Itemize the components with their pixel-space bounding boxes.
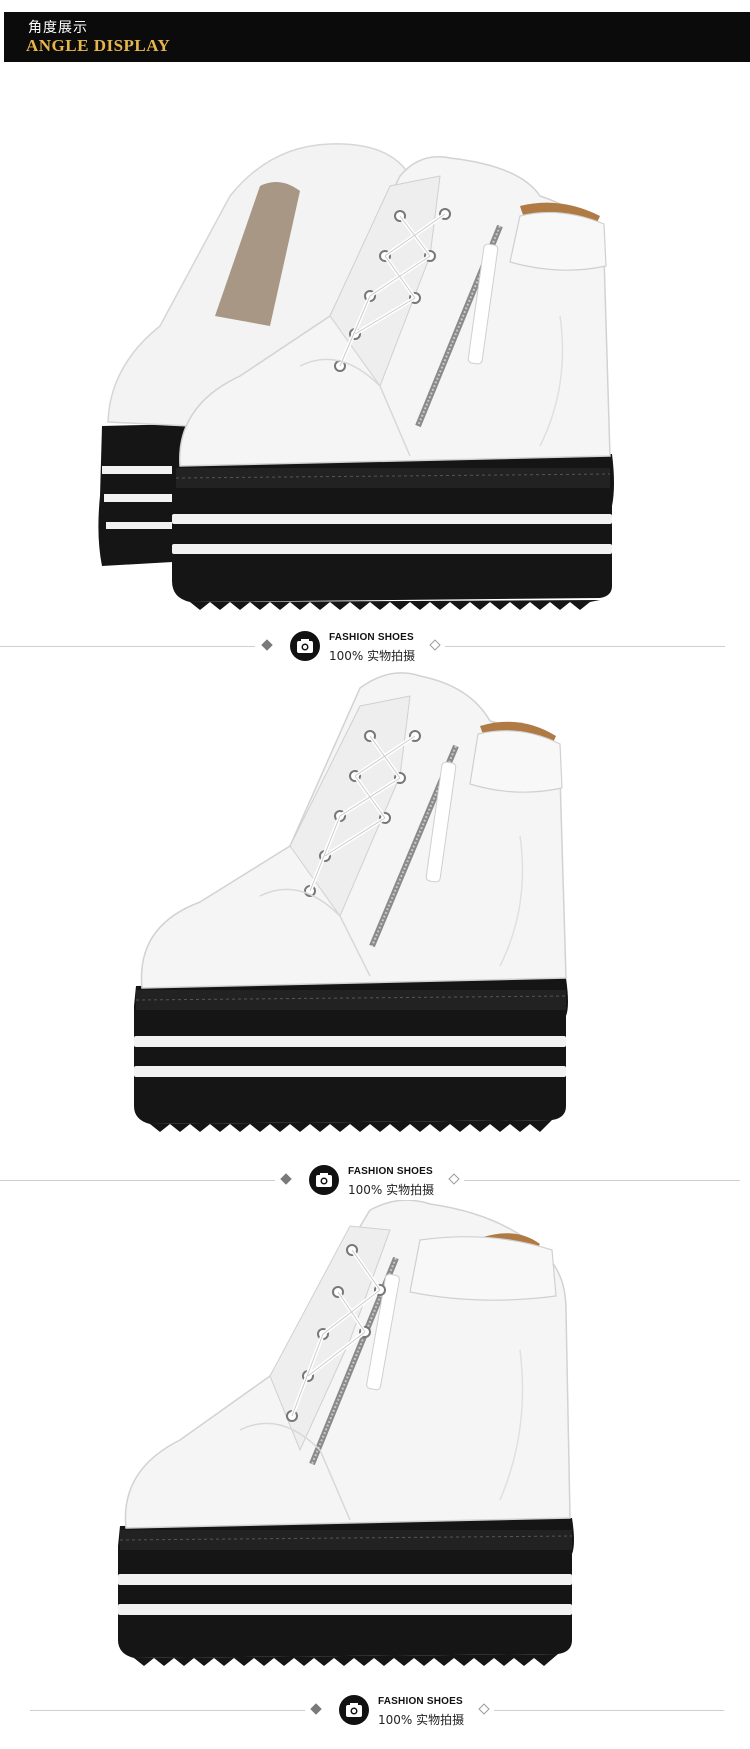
camera-icon	[309, 1165, 339, 1195]
separator-label-en: FASHION SHOES	[378, 1696, 463, 1707]
camera-icon	[290, 631, 320, 661]
separator-1: FASHION SHOES 100% 实物拍摄	[0, 626, 750, 666]
header-title-cn: 角度展示	[28, 20, 88, 36]
separator-label-cn: 100% 实物拍摄	[378, 1713, 465, 1727]
diamond-icon	[429, 639, 441, 651]
separator-label-cn: 100% 实物拍摄	[348, 1183, 435, 1197]
separator-2: FASHION SHOES 100% 实物拍摄	[0, 1160, 750, 1200]
diamond-icon	[448, 1173, 460, 1185]
separator-label-en: FASHION SHOES	[348, 1166, 433, 1177]
product-photo-angle-2	[0, 666, 750, 1166]
separator-label-cn: 100% 实物拍摄	[329, 649, 416, 663]
header-banner: 角度展示 ANGLE DISPLAY	[4, 12, 750, 62]
separator-3: FASHION SHOES 100% 实物拍摄	[0, 1690, 750, 1730]
diamond-icon	[280, 1173, 292, 1185]
diamond-icon	[310, 1703, 322, 1715]
diamond-icon	[261, 639, 273, 651]
divider-line	[30, 1710, 305, 1711]
diamond-icon	[478, 1703, 490, 1715]
header-title-en: ANGLE DISPLAY	[26, 36, 171, 55]
divider-line	[464, 1180, 740, 1181]
product-photo-angle-3	[0, 1200, 750, 1690]
divider-line	[0, 1180, 275, 1181]
separator-label-en: FASHION SHOES	[329, 632, 414, 643]
divider-line	[0, 646, 255, 647]
divider-line	[494, 1710, 724, 1711]
product-photo-angle-1	[0, 66, 750, 626]
divider-line	[445, 646, 725, 647]
camera-icon	[339, 1695, 369, 1725]
